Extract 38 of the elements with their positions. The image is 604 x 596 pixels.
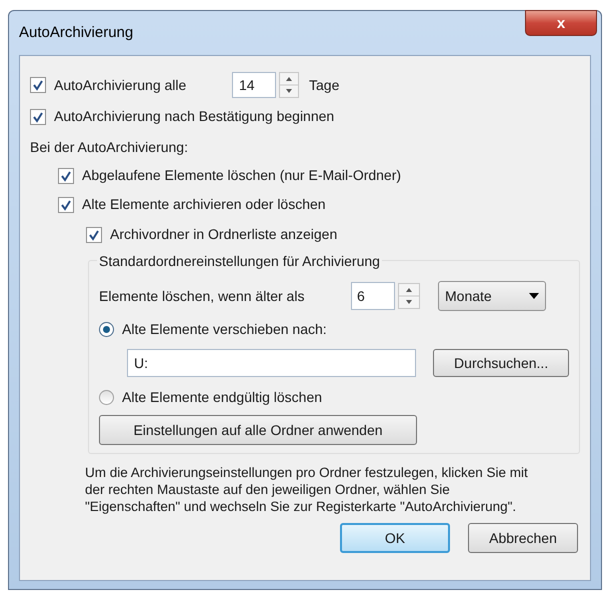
radio-label[interactable]: Alte Elemente endgültig löschen — [122, 386, 322, 408]
radio-button[interactable] — [99, 390, 114, 404]
checkbox-label[interactable]: AutoArchivierung alle — [54, 74, 224, 96]
checkbox-label[interactable]: AutoArchivierung nach Bestätigung beginnen — [54, 106, 334, 127]
days-field[interactable]: 14 — [232, 72, 276, 98]
age-label: Elemente löschen, wenn älter als — [99, 286, 306, 306]
unit-dropdown[interactable]: Monate — [438, 281, 546, 311]
checkmark-icon — [32, 79, 44, 91]
checkmark-icon — [60, 198, 72, 210]
dropdown-value: Monate — [445, 286, 492, 306]
checkbox[interactable] — [58, 196, 74, 212]
checkbox[interactable] — [86, 226, 102, 242]
dropdown-caret-icon — [529, 293, 539, 299]
checkbox-label[interactable]: Abgelaufene Elemente löschen (nur E-Mail-Ordner) — [82, 165, 402, 186]
checkbox[interactable] — [30, 77, 46, 93]
checkbox-label[interactable]: Alte Elemente archivieren oder löschen — [82, 194, 326, 215]
checkbox[interactable] — [58, 168, 74, 184]
apply-all-button[interactable]: Einstellungen auf alle Ordner anwenden — [99, 415, 417, 445]
unit-label: Tage — [309, 76, 340, 95]
path-field[interactable]: U: — [127, 349, 416, 377]
section-label: Bei der AutoArchivierung: — [30, 138, 188, 157]
radio-label[interactable]: Alte Elemente verschieben nach: — [122, 318, 327, 340]
spinner-icon[interactable] — [279, 72, 299, 98]
age-field[interactable]: 6 — [351, 282, 395, 310]
browse-button[interactable]: Durchsuchen... — [433, 349, 569, 377]
checkbox-label[interactable]: Archivordner in Ordnerliste anzeigen — [110, 224, 338, 245]
checkmark-icon — [88, 228, 100, 240]
info-text: Um die Archivierungseinstellungen pro Ordner festzulegen, klicken Sie mit der rechten Maustaste auf den jeweiligen Ordner, wählen Sie "Eigenschaften" und wechseln Sie zur Registerkarte "AutoArchivierung". — [85, 464, 529, 515]
cancel-button[interactable]: Abbrechen — [468, 523, 578, 553]
checkbox[interactable] — [30, 108, 46, 124]
ok-button[interactable]: OK — [340, 523, 450, 553]
window-title: AutoArchivierung — [19, 22, 134, 43]
radio-button[interactable] — [99, 322, 114, 336]
close-button[interactable]: x — [525, 10, 597, 36]
spinner-icon[interactable] — [398, 283, 420, 309]
checkmark-icon — [60, 170, 72, 182]
days-spin-field[interactable]: 14 — [232, 72, 299, 98]
checkmark-icon — [32, 110, 44, 122]
